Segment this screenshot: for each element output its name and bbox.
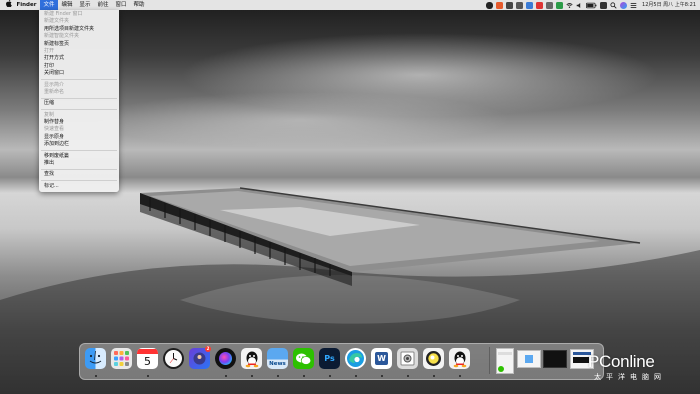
window-thumb-app bbox=[498, 366, 504, 372]
penguin-icon[interactable] bbox=[486, 1, 494, 9]
menu-separator bbox=[41, 180, 117, 182]
file-menu-item[interactable]: 推出 bbox=[39, 160, 119, 167]
file-menu-item[interactable]: 标记... bbox=[39, 183, 119, 190]
running-indicator bbox=[406, 375, 409, 377]
minimized-window[interactable] bbox=[517, 350, 541, 368]
menu-window[interactable]: 窗口 bbox=[112, 0, 130, 10]
menu-go[interactable]: 前往 bbox=[94, 0, 112, 10]
file-menu-item: 新建智能文件夹 bbox=[44, 33, 80, 40]
running-indicator bbox=[250, 375, 253, 377]
calendar-icon[interactable]: 5 bbox=[137, 348, 158, 369]
watermark-subtitle: 太平洋电脑网 bbox=[594, 373, 666, 381]
file-menu-item: 新建文件夹 bbox=[44, 18, 70, 25]
qq-icon[interactable] bbox=[241, 348, 262, 369]
watermark: PConline 太平洋电脑网 bbox=[588, 352, 666, 382]
file-menu-dropdown: 新建 Finder 窗口 新建文件夹 用所选项目新建文件夹 新建智能文件夹 新建标签页打… bbox=[39, 10, 119, 192]
word-label: W bbox=[375, 352, 388, 365]
notification-badge: 2 bbox=[205, 346, 211, 352]
siri-orb bbox=[219, 352, 232, 365]
siri-icon[interactable] bbox=[215, 348, 236, 369]
file-menu-item[interactable]: 添加到边栏 bbox=[39, 141, 119, 148]
file-menu-item[interactable]: 新建标签页 bbox=[39, 41, 119, 48]
news-icon[interactable]: News bbox=[267, 348, 288, 369]
app-icon[interactable] bbox=[516, 1, 524, 9]
siri-icon[interactable] bbox=[620, 1, 628, 9]
file-menu-item: 显示简介 bbox=[44, 81, 65, 88]
news-label: News bbox=[269, 361, 286, 367]
running-indicator bbox=[224, 375, 227, 377]
file-menu-item[interactable]: 打开方式 bbox=[39, 55, 119, 62]
menu-bar: Finder 文件 编辑 显示 前往 窗口 帮助 12月5日 周八 上午8:21 bbox=[0, 0, 700, 10]
running-indicator bbox=[328, 375, 331, 377]
wifi-icon[interactable] bbox=[566, 2, 573, 9]
running-indicator bbox=[458, 375, 461, 377]
menu-finder[interactable]: Finder bbox=[13, 0, 40, 10]
running-indicator bbox=[380, 375, 383, 377]
app-icon[interactable] bbox=[536, 1, 544, 9]
menubar-clock[interactable]: 12月5日 周八 上午8:21 bbox=[642, 0, 696, 10]
menu-view[interactable]: 显示 bbox=[76, 0, 94, 10]
file-menu-item: 重新命名 bbox=[44, 88, 65, 95]
running-indicator bbox=[146, 375, 149, 377]
qq-icon[interactable] bbox=[449, 348, 470, 369]
app-icon[interactable] bbox=[556, 1, 564, 9]
running-indicator bbox=[432, 375, 435, 377]
menu-icon[interactable] bbox=[630, 2, 637, 9]
running-indicator bbox=[354, 375, 357, 377]
file-menu-item[interactable]: 查找 bbox=[39, 171, 119, 178]
app-icon[interactable] bbox=[496, 1, 504, 9]
app-icon[interactable] bbox=[526, 1, 534, 9]
menu-help[interactable]: 帮助 bbox=[130, 0, 148, 10]
spotlight-icon[interactable] bbox=[610, 1, 617, 9]
menu-separator bbox=[41, 97, 117, 99]
window-thumb-content bbox=[525, 355, 533, 363]
clock-icon[interactable] bbox=[163, 348, 184, 369]
launchpad-icon[interactable] bbox=[111, 348, 132, 369]
dock: 5 2 News Ps W bbox=[79, 343, 604, 380]
file-menu-item[interactable]: 压缩 bbox=[39, 100, 119, 107]
running-indicator bbox=[302, 375, 305, 377]
file-menu-item: 快速查看 bbox=[44, 126, 65, 133]
menu-file[interactable]: 文件 bbox=[39, 0, 58, 10]
apple-logo-icon[interactable] bbox=[5, 0, 13, 11]
window-thumb-line bbox=[498, 352, 512, 355]
battery-icon[interactable] bbox=[586, 2, 597, 9]
file-menu-item[interactable]: 移到废纸篓 bbox=[39, 153, 119, 160]
app-icon[interactable] bbox=[506, 1, 514, 9]
menu-separator bbox=[41, 109, 117, 111]
minimized-window[interactable] bbox=[496, 348, 514, 374]
volume-icon[interactable] bbox=[576, 2, 583, 9]
watermark-logo: PConline bbox=[588, 352, 655, 371]
file-menu-item[interactable]: 关闭窗口 bbox=[39, 70, 119, 77]
running-indicator bbox=[276, 375, 279, 377]
finder-icon[interactable] bbox=[85, 348, 106, 369]
minimized-window[interactable] bbox=[543, 350, 567, 368]
status-area: 12月5日 周八 上午8:21 bbox=[486, 0, 700, 10]
edge-icon[interactable] bbox=[345, 348, 366, 369]
sketch-icon[interactable] bbox=[423, 348, 444, 369]
dock-divider bbox=[489, 347, 490, 374]
wechat-icon[interactable] bbox=[293, 348, 314, 369]
photoshop-icon[interactable]: Ps bbox=[319, 348, 340, 369]
window-thumb-content bbox=[573, 357, 589, 363]
app-icon[interactable] bbox=[546, 1, 554, 9]
language-icon[interactable] bbox=[600, 1, 608, 9]
file-menu-item: 复制 bbox=[44, 111, 55, 118]
calendar-day: 5 bbox=[144, 354, 151, 368]
menu-separator bbox=[41, 168, 117, 170]
running-indicator bbox=[94, 375, 97, 377]
menu-separator bbox=[41, 150, 117, 152]
preview-icon[interactable] bbox=[397, 348, 418, 369]
photoshop-label: Ps bbox=[324, 354, 335, 363]
word-icon[interactable]: W bbox=[371, 348, 392, 369]
menu-separator bbox=[41, 79, 117, 81]
menu-edit[interactable]: 编辑 bbox=[58, 0, 76, 10]
